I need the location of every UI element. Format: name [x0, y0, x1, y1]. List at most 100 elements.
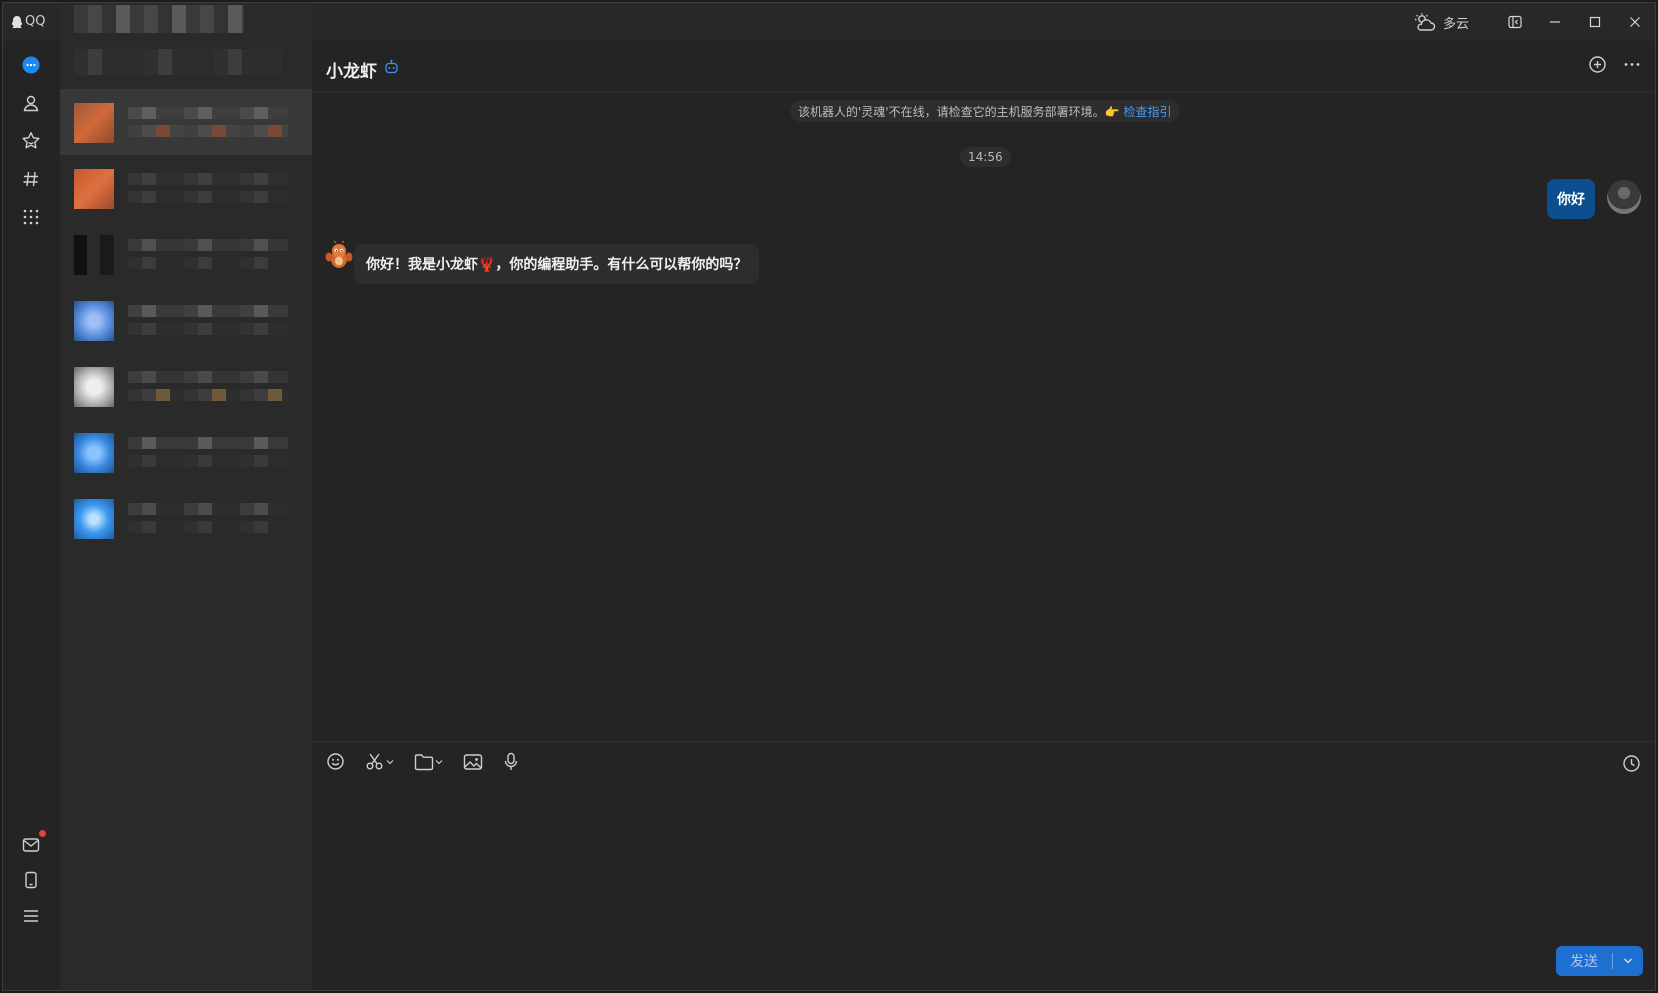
avatar [74, 169, 114, 209]
system-notice-text: 该机器人的'灵魂'不在线，请检查它的主机服务部署环境。👉 [798, 104, 1120, 119]
blurred-text [128, 323, 288, 335]
list-item[interactable] [60, 419, 312, 485]
favorites-icon [22, 132, 40, 149]
composer-toolbar [326, 752, 519, 771]
outgoing-message[interactable]: 你好 [1547, 179, 1595, 219]
maximize-icon [1589, 16, 1601, 28]
clock-icon [1623, 755, 1640, 772]
title-controls: 多云 [1413, 3, 1655, 41]
close-button[interactable] [1615, 3, 1655, 41]
send-button-group: 发送 [1556, 946, 1643, 976]
bot-avatar[interactable] [324, 240, 354, 272]
channels-icon [23, 171, 38, 187]
mail-icon [22, 838, 40, 852]
blurred-block [74, 49, 282, 75]
app-brand: QQ [11, 14, 45, 29]
blurred-text [128, 305, 288, 317]
list-item[interactable] [60, 155, 312, 221]
nav-rail [3, 41, 60, 990]
chevron-down-icon [1624, 958, 1632, 964]
apps-grid-icon [23, 209, 39, 225]
list-item[interactable] [60, 287, 312, 353]
blurred-text [128, 371, 288, 383]
list-item[interactable] [60, 89, 312, 155]
blurred-text [128, 191, 288, 203]
list-top-blur [60, 3, 312, 89]
avatar [74, 499, 114, 539]
image-button[interactable] [463, 753, 483, 771]
bot-tag [384, 59, 399, 78]
blurred-text [128, 521, 288, 533]
more-horizontal-icon [1624, 63, 1640, 66]
robot-icon [385, 59, 398, 74]
phone-icon [25, 871, 37, 889]
list-item[interactable] [60, 485, 312, 551]
list-item[interactable] [60, 221, 312, 287]
voice-button[interactable] [503, 752, 519, 771]
blurred-block [74, 5, 244, 33]
folder-icon [414, 753, 434, 770]
menu-icon [24, 910, 38, 922]
blurred-text [128, 257, 288, 269]
add-member-button[interactable] [1588, 55, 1607, 78]
microphone-icon [504, 752, 518, 770]
blurred-text [128, 107, 288, 119]
blurred-text [128, 173, 288, 185]
send-options-button[interactable] [1613, 946, 1643, 976]
avatar[interactable] [1607, 180, 1641, 214]
incoming-message[interactable]: 你好！我是小龙虾🦞，你的编程助手。有什么可以帮你的吗？ [354, 244, 760, 284]
chat-header: 小龙虾 [312, 41, 1655, 92]
weather-widget[interactable]: 多云 [1413, 12, 1469, 32]
send-button[interactable]: 发送 [1556, 946, 1612, 976]
conversation-list [60, 3, 312, 990]
nav-apps[interactable] [20, 206, 42, 228]
messages-icon [22, 56, 40, 74]
weather-label: 多云 [1442, 16, 1469, 32]
system-notice: 该机器人的'灵魂'不在线，请检查它的主机服务部署环境。👉 检查指引 [790, 100, 1180, 122]
avatar [74, 433, 114, 473]
scissors-icon [366, 753, 383, 770]
chevron-down-icon [435, 759, 443, 764]
header-actions [1588, 55, 1641, 78]
nav-contacts[interactable] [20, 92, 42, 114]
blurred-text [128, 125, 288, 137]
sidebar-toggle-button[interactable] [1495, 3, 1535, 41]
nav-favorites[interactable] [20, 130, 42, 152]
message-timestamp: 14:56 [960, 147, 1011, 167]
message-composer: 发送 [312, 741, 1655, 990]
nav-menu[interactable] [20, 905, 42, 927]
app-name: QQ [25, 14, 46, 29]
minimize-icon [1550, 21, 1560, 23]
lobster-mascot-icon [325, 240, 353, 268]
qq-logo-icon [11, 15, 23, 28]
unread-badge [39, 830, 46, 837]
nav-messages[interactable] [20, 54, 42, 76]
add-circle-icon [1589, 56, 1606, 73]
screenshot-button[interactable] [365, 752, 394, 771]
emoji-icon [327, 753, 344, 770]
blurred-text [128, 389, 288, 401]
avatar [74, 301, 114, 341]
nav-phone[interactable] [20, 869, 42, 891]
minimize-button[interactable] [1535, 3, 1575, 41]
nav-mail[interactable] [20, 830, 46, 856]
chevron-down-icon [386, 759, 394, 764]
blurred-text [128, 437, 288, 449]
maximize-button[interactable] [1575, 3, 1615, 41]
contacts-icon [23, 95, 39, 112]
panel-toggle-icon [1508, 15, 1522, 29]
list-item[interactable] [60, 353, 312, 419]
cloudy-icon [1414, 13, 1436, 31]
more-options-button[interactable] [1623, 55, 1641, 78]
app-window: QQ 多云 小龙虾 该机器人的'灵魂'不在线，请检查它的主机服务部署环境。👉 检… [2, 2, 1656, 991]
chat-title: 小龙虾 [326, 62, 377, 82]
image-icon [463, 753, 483, 770]
nav-channels[interactable] [20, 168, 42, 190]
file-button[interactable] [414, 753, 443, 771]
check-guide-link[interactable]: 检查指引 [1124, 103, 1172, 120]
avatar [74, 367, 114, 407]
avatar [74, 103, 114, 143]
blurred-text [128, 503, 288, 515]
chat-history-button[interactable] [1622, 754, 1641, 777]
emoji-button[interactable] [326, 752, 345, 771]
